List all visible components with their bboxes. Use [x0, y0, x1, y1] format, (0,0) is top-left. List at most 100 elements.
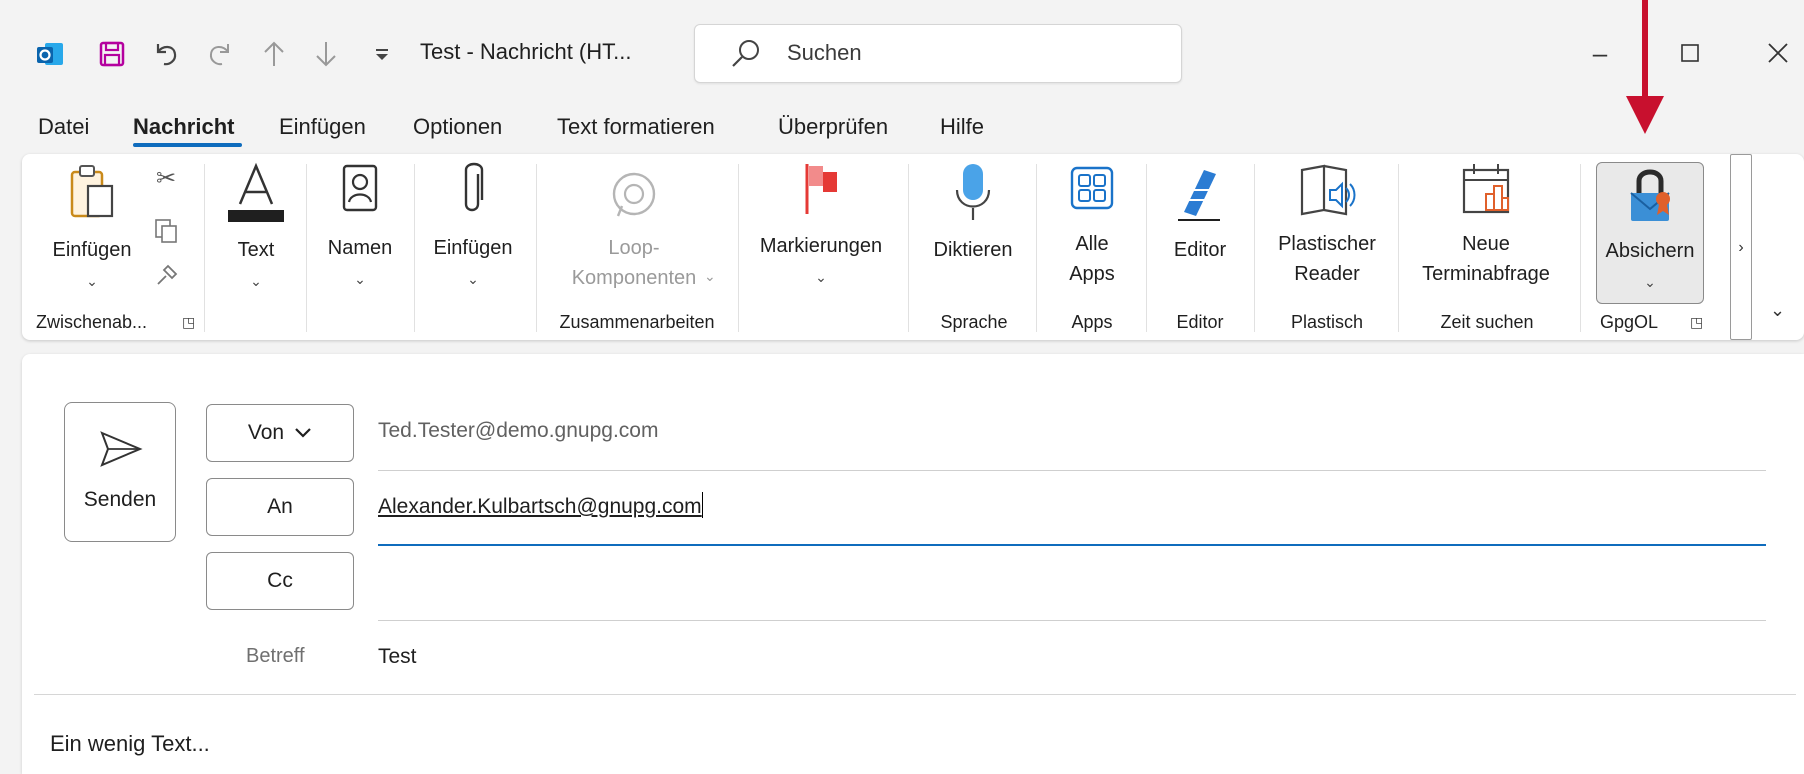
field-divider: [378, 620, 1766, 621]
save-icon[interactable]: [94, 34, 130, 74]
loop-icon: [612, 172, 656, 217]
from-button[interactable]: Von: [206, 404, 354, 462]
search-icon: [732, 40, 759, 67]
separator: [1580, 164, 1581, 332]
send-button[interactable]: Senden: [64, 402, 176, 542]
separator: [738, 164, 739, 332]
minimize-button[interactable]: –: [1570, 30, 1630, 76]
dictate-button[interactable]: Diktieren: [918, 160, 1028, 265]
to-button[interactable]: An: [206, 478, 354, 536]
chevron-down-icon: ⌄: [354, 271, 366, 287]
search-input[interactable]: Suchen: [694, 24, 1182, 83]
subject-divider: [34, 694, 1796, 695]
separator: [306, 164, 307, 332]
all-apps-button[interactable]: Alle Apps: [1046, 160, 1138, 289]
group-gpgol: GpgOL: [1600, 312, 1659, 332]
send-label: Senden: [83, 488, 157, 511]
tab-ueberpruefen[interactable]: Überprüfen: [778, 114, 888, 140]
clipboard-icon: [70, 165, 114, 218]
field-divider: [378, 470, 1766, 471]
subject-label: Betreff: [246, 645, 305, 667]
ribbon-scroll-right-button[interactable]: ›: [1730, 154, 1752, 340]
redo-icon[interactable]: [202, 34, 238, 74]
from-label: Von: [247, 421, 285, 444]
separator: [1398, 164, 1399, 332]
secure-button[interactable]: Absichern ⌄: [1596, 162, 1704, 304]
search-placeholder: Suchen: [787, 40, 862, 65]
editor-button[interactable]: Editor: [1152, 160, 1248, 265]
flags-button[interactable]: Markierungen ⌄: [748, 160, 894, 292]
address-book-icon: [342, 164, 378, 212]
dialog-launcher-icon[interactable]: ◳: [1690, 314, 1703, 331]
window-title: Test - Nachricht (HT...: [420, 39, 632, 64]
flags-label: Markierungen: [759, 235, 883, 257]
tab-einfuegen[interactable]: Einfügen: [279, 114, 366, 140]
undo-icon[interactable]: [148, 34, 184, 74]
editor-label: Editor: [1173, 239, 1227, 261]
immersive-reader-button[interactable]: Plastischer Reader: [1262, 160, 1392, 289]
separator: [204, 164, 205, 332]
reader-label-1: Plastischer: [1278, 233, 1376, 255]
group-findtime: Zeit suchen: [1440, 312, 1534, 332]
attach-label: Einfügen: [433, 237, 513, 259]
separator: [1036, 164, 1037, 332]
tab-hilfe[interactable]: Hilfe: [940, 114, 984, 140]
loop-components-button[interactable]: Loop- Komponenten: [546, 168, 722, 293]
chevron-down-icon: [295, 428, 311, 438]
outlook-icon: [32, 34, 68, 74]
microphone-icon: [955, 164, 991, 220]
text-label: Text: [237, 239, 275, 261]
separator: [1146, 164, 1147, 332]
subject-input[interactable]: Test: [378, 645, 417, 669]
apps-label-2: Apps: [1069, 263, 1115, 285]
group-editor: Editor: [1176, 312, 1224, 332]
tab-nachricht[interactable]: Nachricht: [133, 114, 234, 140]
paste-button[interactable]: Einfügen ⌄: [42, 160, 142, 296]
loop-label-1: Loop-: [608, 237, 660, 259]
menu-tabs: Datei Nachricht Einfügen Optionen Text f…: [0, 108, 1804, 150]
group-speech: Sprache: [940, 312, 1008, 332]
secure-label: Absichern: [1605, 240, 1695, 262]
to-recipient[interactable]: Alexander.Kulbartsch@gnupg.com: [378, 495, 702, 518]
separator: [1254, 164, 1255, 332]
tab-datei[interactable]: Datei: [38, 114, 89, 140]
apps-grid-icon: [1070, 166, 1114, 210]
loop-label-2: Komponenten: [571, 267, 697, 289]
group-immersive: Plastisch: [1290, 312, 1364, 332]
customize-qat-icon[interactable]: [368, 34, 396, 74]
group-apps: Apps: [1071, 312, 1113, 332]
message-body[interactable]: Ein wenig Text...: [50, 731, 210, 757]
new-poll-button[interactable]: Neue Terminabfrage: [1404, 160, 1568, 289]
separator: [536, 164, 537, 332]
separator: [908, 164, 909, 332]
tab-text-formatieren[interactable]: Text formatieren: [557, 114, 715, 140]
dictate-label: Diktieren: [933, 239, 1013, 261]
from-address: Ted.Tester@demo.gnupg.com: [378, 419, 659, 442]
immersive-reader-icon: [1300, 164, 1356, 216]
chevron-down-icon: ⌄: [467, 271, 479, 287]
names-button[interactable]: Namen ⌄: [312, 160, 408, 294]
to-input[interactable]: Alexander.Kulbartsch@gnupg.com: [378, 492, 703, 519]
cc-input[interactable]: [378, 566, 1766, 594]
attach-file-button[interactable]: Einfügen ⌄: [420, 160, 526, 294]
ribbon-expand-chevron-icon[interactable]: ⌄: [1770, 300, 1785, 321]
maximize-button[interactable]: [1660, 30, 1720, 76]
calendar-poll-icon: [1462, 164, 1510, 214]
text-button[interactable]: Text ⌄: [218, 160, 294, 296]
paperclip-icon: [464, 162, 484, 212]
down-arrow-icon[interactable]: [308, 34, 344, 74]
to-label: An: [267, 495, 293, 518]
format-painter-icon[interactable]: [154, 262, 180, 293]
copy-icon[interactable]: [154, 218, 178, 249]
group-collaborate: Zusammenarbeiten: [559, 312, 715, 332]
close-button[interactable]: [1748, 30, 1804, 76]
chevron-down-icon: ⌄: [250, 273, 262, 289]
tab-optionen[interactable]: Optionen: [413, 114, 502, 140]
dialog-launcher-icon[interactable]: ◳: [182, 314, 195, 331]
cut-icon[interactable]: ✂: [156, 164, 176, 193]
up-arrow-icon[interactable]: [256, 34, 292, 74]
chevron-down-icon: ⌄: [815, 269, 827, 285]
cc-button[interactable]: Cc: [206, 552, 354, 610]
flag-icon: [805, 164, 837, 214]
text-cursor: [701, 492, 703, 518]
